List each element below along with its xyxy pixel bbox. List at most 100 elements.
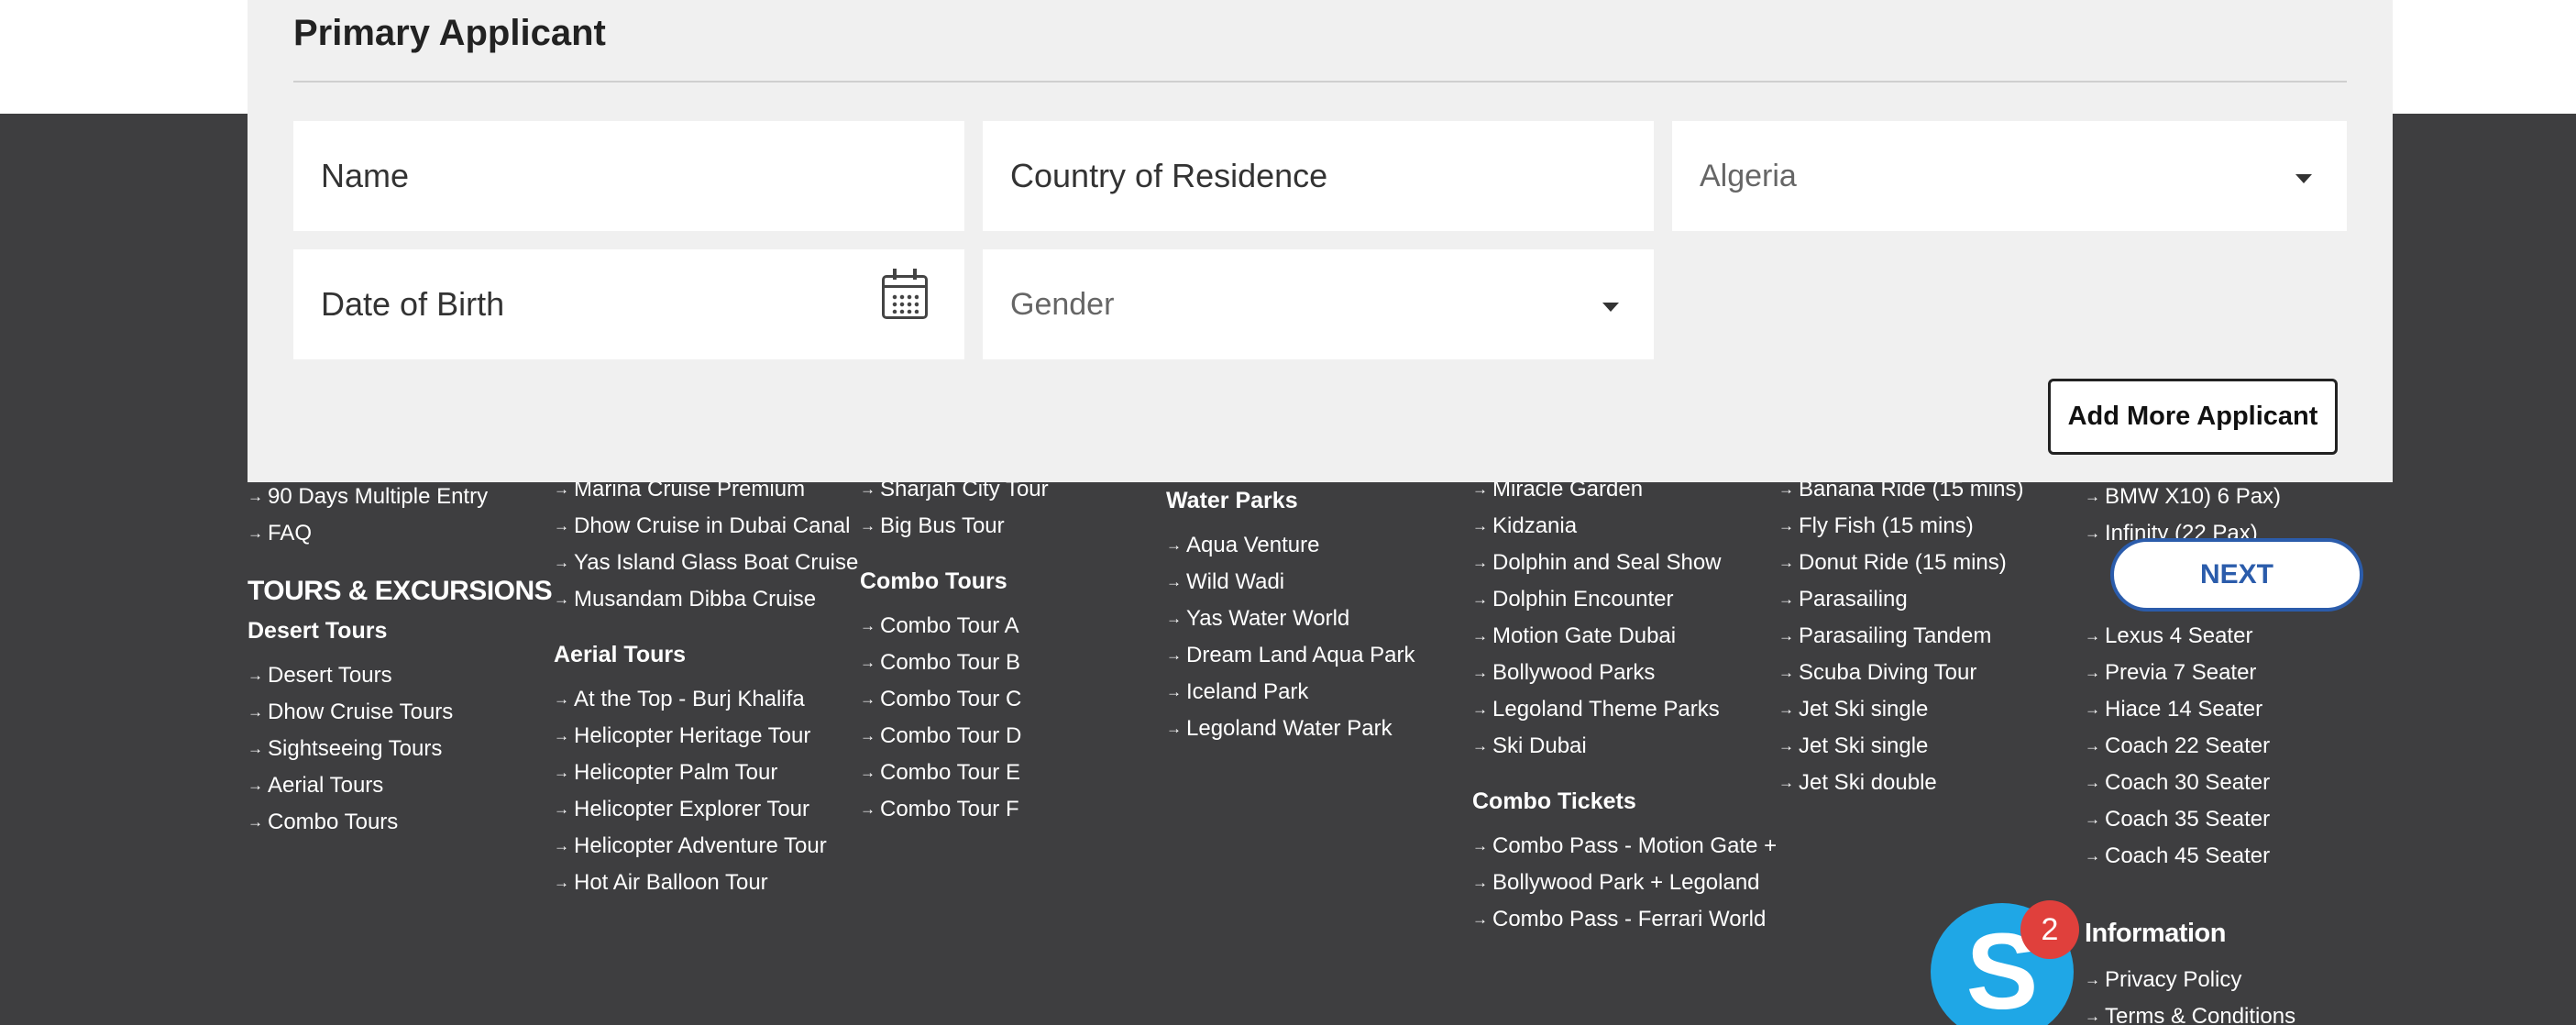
arrow-right-icon: →	[2085, 524, 2100, 542]
footer-link[interactable]: → Desert Tours	[248, 657, 550, 694]
footer-link[interactable]: → Bollywood Park + Legoland	[1472, 865, 1775, 901]
arrow-right-icon: →	[248, 524, 263, 542]
footer-link[interactable]: → Sightseeing Tours	[248, 731, 550, 767]
footer-link[interactable]: → Kidzania	[1472, 508, 1775, 545]
footer-link[interactable]: → Coach 30 Seater	[2085, 765, 2387, 801]
caret-down-icon	[2295, 174, 2312, 183]
arrow-right-icon: →	[248, 740, 263, 757]
footer-link[interactable]: → Ski Dubai	[1472, 728, 1775, 765]
footer-link-list: → Miracle Garden → Kidzania → Dolphin and Sea…	[1472, 471, 1775, 765]
footer-link[interactable]: → Coach 35 Seater	[2085, 801, 2387, 838]
footer-link[interactable]: → Jet Ski single	[1778, 728, 2081, 765]
footer-link[interactable]: → Big Bus Tour	[860, 508, 1162, 545]
footer-link[interactable]: → Legoland Water Park	[1166, 711, 1469, 747]
footer-link[interactable]: → Donut Ride (15 mins)	[1778, 545, 2081, 581]
tours-heading: TOURS & EXCURSIONS	[248, 576, 553, 606]
footer-link[interactable]: → Helicopter Palm Tour	[554, 755, 856, 791]
footer-link-label: FAQ	[268, 521, 313, 546]
footer-link[interactable]: → Jet Ski double	[1778, 765, 2081, 801]
footer-link[interactable]: → Scuba Diving Tour	[1778, 655, 2081, 691]
footer-link[interactable]: → Yas Water World	[1166, 601, 1469, 637]
footer-link[interactable]: → Combo Pass - Motion Gate +	[1472, 828, 1778, 865]
arrow-right-icon: →	[1166, 610, 1182, 627]
arrow-right-icon: →	[554, 590, 569, 608]
footer-link-list: → Marina Cruise Premium → Dhow Cruise in Du…	[554, 471, 858, 618]
next-button[interactable]: NEXT	[2110, 538, 2363, 612]
footer-link[interactable]: → FAQ	[248, 515, 550, 552]
footer-link[interactable]: → 90 Days Multiple Entry	[248, 479, 550, 515]
footer-link[interactable]: → Helicopter Heritage Tour	[554, 718, 856, 755]
footer-link[interactable]: → Musandam Dibba Cruise	[554, 581, 856, 618]
footer-link[interactable]: → Combo Tour D	[860, 718, 1162, 755]
footer-link-label: Jet Ski double	[1799, 770, 1937, 795]
footer-link[interactable]: → Jet Ski single	[1778, 691, 2081, 728]
footer-link[interactable]: → Terms & Conditions	[2085, 998, 2387, 1025]
footer-link[interactable]: → Combo Pass - Ferrari World	[1472, 901, 1775, 938]
arrow-right-icon: →	[1472, 554, 1488, 571]
arrow-right-icon: →	[2085, 488, 2100, 505]
footer-link-label: Big Bus Tour	[880, 513, 1005, 538]
arrow-right-icon: →	[1472, 737, 1488, 755]
footer-link-label: Coach 35 Seater	[2105, 807, 2271, 832]
footer-link[interactable]: → At the Top - Burj Khalifa	[554, 681, 856, 718]
footer-link[interactable]: → Privacy Policy	[2085, 962, 2387, 998]
date-of-birth-input[interactable]: Date of Birth	[293, 249, 964, 359]
footer-link[interactable]: → Dolphin and Seal Show	[1472, 545, 1775, 581]
arrow-right-icon: →	[248, 813, 263, 831]
footer-link-label: Sightseeing Tours	[268, 736, 443, 761]
footer-link[interactable]: → Parasailing	[1778, 581, 2081, 618]
arrow-right-icon: →	[1166, 720, 1182, 737]
footer-link[interactable]: → Legoland Theme Parks	[1472, 691, 1775, 728]
footer-link[interactable]: → Combo Tour A	[860, 608, 1162, 645]
footer-link-label: Lexus 4 Seater	[2105, 623, 2253, 648]
gender-select[interactable]: Gender	[983, 249, 1654, 359]
footer-link[interactable]: → Helicopter Adventure Tour	[554, 828, 856, 865]
footer-link[interactable]: → Combo Tours	[248, 804, 550, 841]
footer-link[interactable]: → Previa 7 Seater	[2085, 655, 2387, 691]
footer-link-label: Combo Tour B	[880, 650, 1020, 675]
country-select[interactable]: Algeria	[1672, 121, 2347, 231]
footer-link-list: → Lexus 4 Seater → Previa 7 Seater → Hiace 14…	[2085, 618, 2387, 875]
arrow-right-icon: →	[554, 874, 569, 891]
footer-link[interactable]: → Dhow Cruise Tours	[248, 694, 550, 731]
add-more-applicant-button[interactable]: Add More Applicant	[2048, 379, 2338, 455]
footer-link[interactable]: → Bollywood Parks	[1472, 655, 1775, 691]
footer-link[interactable]: → Yas Island Glass Boat Cruise	[554, 545, 858, 581]
footer-link[interactable]: → Combo Tour F	[860, 791, 1162, 828]
footer-link[interactable]: → Hiace 14 Seater	[2085, 691, 2387, 728]
footer-link[interactable]: → Combo Tour B	[860, 645, 1162, 681]
arrow-right-icon: →	[2085, 737, 2100, 755]
footer-link[interactable]: → Combo Tour E	[860, 755, 1162, 791]
footer-link[interactable]: → Coach 22 Seater	[2085, 728, 2387, 765]
footer-link[interactable]: → Motion Gate Dubai	[1472, 618, 1775, 655]
caret-down-icon	[1602, 303, 1619, 312]
arrow-right-icon: →	[1472, 590, 1488, 608]
arrow-right-icon: →	[2085, 971, 2100, 988]
footer-link[interactable]: → Aqua Venture	[1166, 527, 1469, 564]
footer-link[interactable]: → Wild Wadi	[1166, 564, 1469, 601]
footer-link[interactable]: → Dhow Cruise in Dubai Canal	[554, 508, 856, 545]
arrow-right-icon: →	[554, 517, 569, 535]
name-input[interactable]: Name	[293, 121, 964, 231]
footer-link[interactable]: → Hot Air Balloon Tour	[554, 865, 856, 901]
footer-link[interactable]: → Coach 45 Seater	[2085, 838, 2387, 875]
footer-link[interactable]: → Combo Tour C	[860, 681, 1162, 718]
footer-link-label: Scuba Diving Tour	[1799, 660, 1977, 685]
footer-link[interactable]: → Lexus 4 Seater	[2085, 618, 2387, 655]
arrow-right-icon: →	[554, 837, 569, 854]
country-of-residence-input[interactable]: Country of Residence	[983, 121, 1654, 231]
footer-link[interactable]: → Helicopter Explorer Tour	[554, 791, 856, 828]
footer-link-label: Helicopter Adventure Tour	[574, 833, 827, 858]
footer-link[interactable]: → Dolphin Encounter	[1472, 581, 1775, 618]
footer-link-label: Combo Pass - Motion Gate +	[1492, 833, 1778, 858]
footer-link[interactable]: → Iceland Park	[1166, 674, 1469, 711]
footer-link[interactable]: → BMW X10) 6 Pax)	[2085, 479, 2387, 515]
footer-link[interactable]: → Dream Land Aqua Park	[1166, 637, 1469, 674]
footer-link[interactable]: → Parasailing Tandem	[1778, 618, 2081, 655]
calendar-icon[interactable]	[882, 269, 928, 319]
footer-link-label: Parasailing	[1799, 587, 1908, 612]
arrow-right-icon: →	[860, 654, 875, 671]
footer-link-list: → At the Top - Burj Khalifa → Helicopter He…	[554, 681, 856, 901]
footer-link[interactable]: → Fly Fish (15 mins)	[1778, 508, 2081, 545]
footer-link[interactable]: → Aerial Tours	[248, 767, 550, 804]
